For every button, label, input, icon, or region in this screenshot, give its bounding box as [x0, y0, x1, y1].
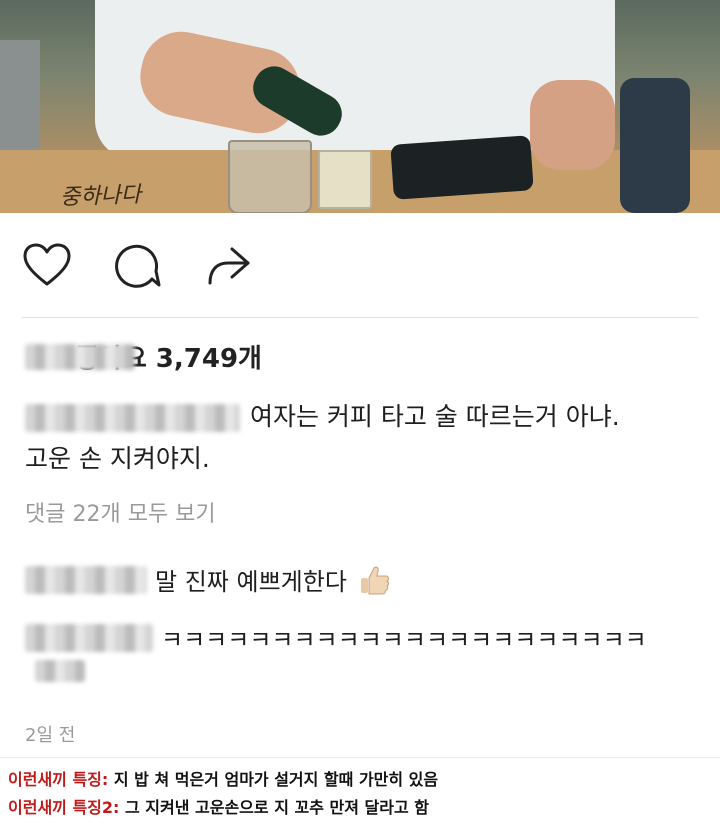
wallet-shape [390, 135, 534, 200]
right-hand-shape [530, 80, 615, 170]
shot-glass-shape [318, 150, 372, 209]
annotation-notes: 이런새끼 특징: 지 밥 쳐 먹은거 엄마가 설거지 할때 가만히 있음 이런새… [0, 757, 720, 835]
caption-line2: 고운 손 지켜야지. [25, 444, 210, 473]
note-line: 이런새끼 특징: 지 밥 쳐 먹은거 엄마가 설거지 할때 가만히 있음 [8, 766, 438, 790]
share-arrow-icon[interactable] [202, 241, 252, 291]
note-text: 그 지켜낸 고운손으로 지 꼬추 만져 달라고 함 [125, 798, 429, 817]
water-bottle-shape [620, 78, 690, 213]
blurred-username[interactable] [25, 404, 240, 432]
comment-item: 말 진짜 예쁘게한다 [25, 562, 391, 597]
handwriting-text: 중하나다 [59, 182, 142, 211]
note-label: 이런새끼 특징: [8, 770, 109, 789]
comment-item: ㅋㅋㅋㅋㅋㅋㅋㅋㅋㅋㅋㅋㅋㅋㅋㅋㅋㅋㅋㅋㅋㅋ [25, 620, 647, 655]
post-photo[interactable]: 중하나다 [0, 0, 720, 213]
post-timestamp: 2일 전 [25, 725, 76, 746]
heart-icon[interactable] [22, 241, 72, 291]
blurred-username[interactable] [25, 623, 153, 652]
likes-count[interactable]: 좋아요 3,749개 [25, 338, 262, 375]
comment-text: 말 진짜 예쁘게한다 [155, 568, 347, 596]
comment-text: ㅋㅋㅋㅋㅋㅋㅋㅋㅋㅋㅋㅋㅋㅋㅋㅋㅋㅋㅋㅋㅋㅋ [161, 626, 647, 654]
post-actions [22, 242, 252, 290]
note-label: 이런새끼 특징2: [8, 798, 120, 817]
caption-text: 여자는 커피 타고 술 따르는거 아냐. [249, 402, 620, 431]
note-line: 이런새끼 특징2: 그 지켜낸 고운손으로 지 꼬추 만져 달라고 함 [8, 794, 429, 818]
post-caption: 여자는 커피 타고 술 따르는거 아냐. 고운 손 지켜야지. [25, 396, 705, 480]
thumbs-up-emoji-icon [360, 566, 389, 594]
glass-shape [228, 140, 312, 213]
comment-bubble-icon[interactable] [112, 241, 162, 291]
view-all-comments-link[interactable]: 댓글 22개 모두 보기 [25, 496, 216, 528]
blurred-text [35, 660, 85, 682]
note-text: 지 밥 쳐 먹은거 엄마가 설거지 할때 가만히 있음 [113, 770, 439, 789]
blurred-username[interactable] [25, 565, 147, 594]
divider [22, 317, 698, 318]
blurred-likers [25, 343, 135, 370]
